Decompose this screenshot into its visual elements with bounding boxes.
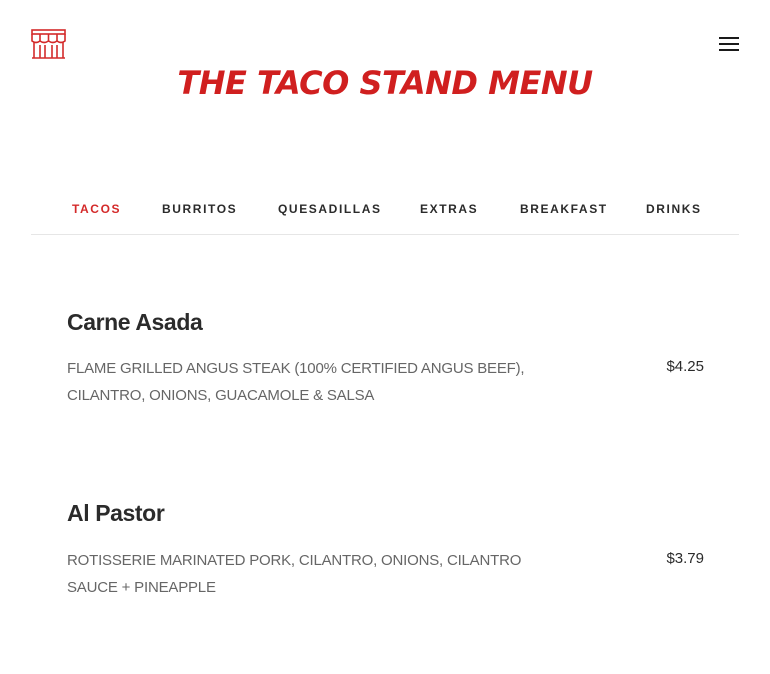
item-description: Flame grilled angus steak (100% certifie… — [67, 360, 525, 404]
menu-page: The Taco Stand Menu Tacos Burritos Quesa… — [0, 0, 770, 674]
page-title: The Taco Stand Menu — [177, 64, 593, 102]
menu-bar — [719, 49, 739, 51]
menu-bar — [719, 43, 739, 45]
tab-tacos[interactable]: Tacos — [72, 202, 121, 216]
item-price: $4.25 — [666, 358, 704, 375]
tab-quesadillas[interactable]: Quesadillas — [278, 202, 382, 216]
storefront-icon[interactable] — [31, 29, 66, 59]
item-name: Carne Asada — [67, 309, 203, 335]
tab-breakfast[interactable]: Breakfast — [520, 202, 608, 216]
tab-drinks[interactable]: Drinks — [646, 202, 702, 216]
item-price: $3.79 — [666, 550, 704, 567]
hamburger-menu-icon[interactable] — [719, 37, 739, 52]
tab-burritos[interactable]: Burritos — [162, 202, 237, 216]
tab-extras[interactable]: Extras — [420, 202, 478, 216]
category-tabs: Tacos Burritos Quesadillas Extras Breakf… — [31, 200, 739, 235]
item-description: Rotisserie marinated pork, cilantro, oni… — [67, 552, 522, 596]
item-name: Al Pastor — [67, 500, 165, 526]
menu-bar — [719, 37, 739, 39]
